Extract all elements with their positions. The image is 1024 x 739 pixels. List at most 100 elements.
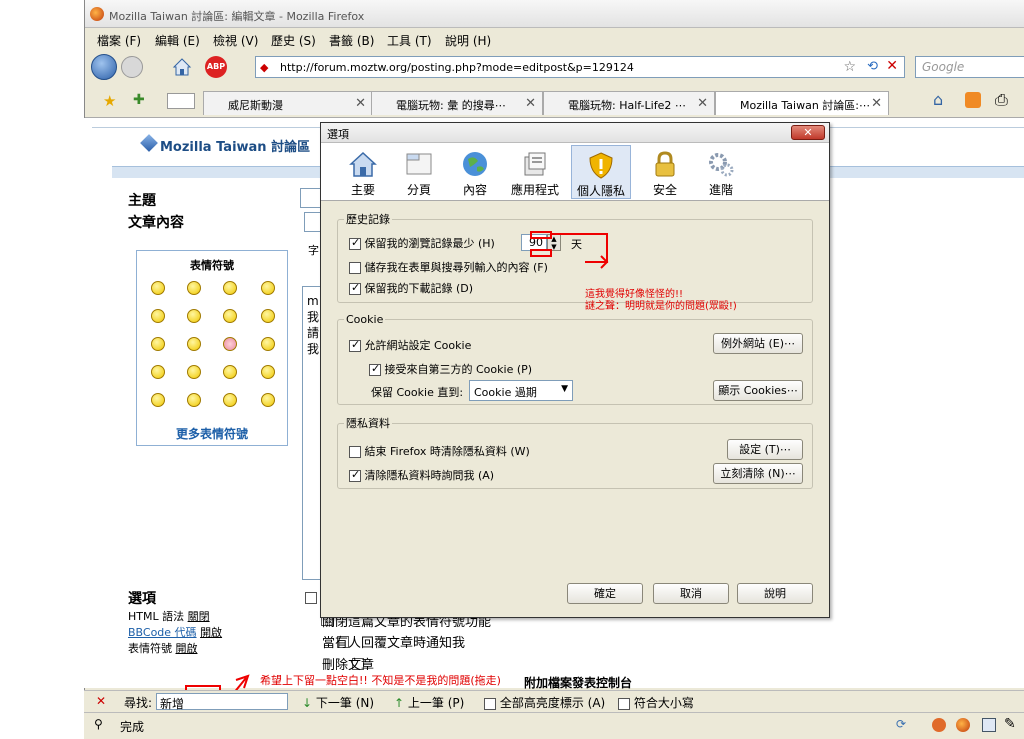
show-cookies-button[interactable]: 顯示 Cookies⋯ bbox=[713, 380, 803, 401]
emoticon-icon[interactable] bbox=[151, 281, 165, 295]
adblock-icon[interactable]: ABP bbox=[205, 56, 227, 78]
match-case-option[interactable]: 符合大小寫 bbox=[618, 694, 694, 711]
menu-history[interactable]: 歷史 (S) bbox=[271, 32, 316, 49]
clear-now-button[interactable]: 立刻清除 (N)⋯ bbox=[713, 463, 803, 484]
emoticon-icon[interactable] bbox=[223, 393, 237, 407]
pane-privacy[interactable]: 個人隱私 bbox=[571, 145, 631, 199]
emoticon-icon[interactable] bbox=[187, 365, 201, 379]
emoticon-icon[interactable] bbox=[151, 365, 165, 379]
menu-bookmarks[interactable]: 書籤 (B) bbox=[329, 32, 374, 49]
close-tab-icon[interactable]: ✕ bbox=[697, 96, 708, 111]
emoticon-icon[interactable] bbox=[261, 309, 275, 323]
ok-button[interactable]: 確定 bbox=[567, 583, 643, 604]
page-icon[interactable] bbox=[982, 718, 996, 732]
tab-3[interactable]: 電腦玩物: Half-Life2 ⋯ ✕ bbox=[543, 91, 715, 115]
emoticon-icon[interactable] bbox=[187, 393, 201, 407]
save-form-checkbox[interactable] bbox=[349, 262, 361, 274]
keep-downloads-checkbox[interactable] bbox=[349, 281, 361, 295]
edit-icon[interactable]: ✎ bbox=[1004, 716, 1016, 732]
emoticon-icon[interactable] bbox=[187, 309, 201, 323]
message-textarea[interactable]: m 我 請 我 bbox=[302, 286, 322, 580]
forward-icon[interactable] bbox=[121, 56, 143, 78]
help-button[interactable]: 說明 bbox=[737, 583, 813, 604]
option-checkbox[interactable] bbox=[305, 591, 317, 604]
keep-history-checkbox[interactable] bbox=[349, 236, 361, 250]
emoticon-icon[interactable] bbox=[261, 365, 275, 379]
tab-4-active[interactable]: Mozilla Taiwan 討論區:⋯ ✕ bbox=[715, 91, 889, 115]
pane-tabs[interactable]: 分頁 bbox=[391, 145, 447, 199]
url-bar[interactable]: http://forum.moztw.org/posting.php?mode=… bbox=[255, 56, 905, 78]
cancel-button[interactable]: 取消 bbox=[653, 583, 729, 604]
stop-icon[interactable]: ✕ bbox=[886, 58, 898, 74]
emoticon-icon[interactable] bbox=[187, 281, 201, 295]
home-tab-icon[interactable]: ⌂ bbox=[933, 90, 943, 109]
third-party-checkbox[interactable] bbox=[369, 362, 381, 376]
emoticon-icon[interactable] bbox=[223, 337, 237, 351]
bookmarks-star-icon[interactable]: ★ bbox=[103, 92, 116, 110]
find-prev-button[interactable]: ↑ 上一筆 (P) bbox=[394, 694, 464, 711]
bbcode-value[interactable]: 開啟 bbox=[200, 626, 222, 639]
emoticon-icon[interactable] bbox=[223, 281, 237, 295]
pane-main[interactable]: 主要 bbox=[335, 145, 391, 199]
emoticon-icon[interactable] bbox=[261, 393, 275, 407]
find-input[interactable]: 新增 bbox=[156, 693, 288, 711]
firefox-status-icon[interactable] bbox=[956, 718, 970, 732]
emoticon-icon[interactable] bbox=[261, 337, 275, 351]
tab-2[interactable]: 電腦玩物: 彙 的搜尋⋯ ✕ bbox=[371, 91, 543, 115]
close-find-icon[interactable]: ✕ bbox=[96, 694, 106, 708]
menu-edit[interactable]: 編輯 (E) bbox=[155, 32, 200, 49]
find-bar: ✕ 尋找: 新增 ↓ 下一筆 (N) ↑ 上一筆 (P) 全部高亮度標示 (A)… bbox=[84, 690, 1024, 712]
emoticon-icon[interactable] bbox=[261, 281, 275, 295]
pane-security-label: 安全 bbox=[652, 183, 677, 197]
add-bookmark-icon[interactable]: ✚ bbox=[133, 92, 145, 108]
back-icon[interactable] bbox=[91, 54, 117, 80]
emoticon-icon[interactable] bbox=[151, 393, 165, 407]
menu-file[interactable]: 檔案 (F) bbox=[97, 32, 141, 49]
more-emoticons-link[interactable]: 更多表情符號 bbox=[137, 425, 287, 442]
cookie-exceptions-button[interactable]: 例外網站 (E)⋯ bbox=[713, 333, 803, 354]
allow-cookies-checkbox[interactable] bbox=[349, 338, 361, 352]
keep-until-select[interactable]: Cookie 過期 ▼ bbox=[469, 380, 573, 401]
reload-icon[interactable]: ⟲ bbox=[867, 59, 878, 74]
tab-list-icon[interactable] bbox=[167, 93, 195, 109]
ask-before-clear-checkbox[interactable] bbox=[349, 468, 361, 482]
emoticon-icon[interactable] bbox=[151, 337, 165, 351]
sync-icon[interactable]: ⟳ bbox=[896, 717, 906, 731]
tab-1[interactable]: 威尼斯動漫 ✕ bbox=[203, 91, 373, 115]
match-case-checkbox[interactable] bbox=[618, 697, 630, 710]
pane-applications[interactable]: 應用程式 bbox=[507, 145, 563, 199]
emoticon-icon[interactable] bbox=[223, 365, 237, 379]
find-next-button[interactable]: ↓ 下一筆 (N) bbox=[302, 694, 374, 711]
close-icon[interactable]: ✕ bbox=[791, 125, 825, 140]
emoticon-icon[interactable] bbox=[187, 337, 201, 351]
clear-on-close-checkbox[interactable] bbox=[349, 446, 361, 458]
menu-tools[interactable]: 工具 (T) bbox=[387, 32, 432, 49]
html-value[interactable]: 關閉 bbox=[188, 610, 210, 623]
forum-title[interactable]: Mozilla Taiwan 討論區 bbox=[160, 136, 310, 155]
pane-advanced[interactable]: 進階 bbox=[693, 145, 749, 199]
cookie-legend: Cookie bbox=[346, 313, 384, 326]
smilies-value[interactable]: 開啟 bbox=[176, 642, 198, 655]
pane-security[interactable]: 安全 bbox=[637, 145, 693, 199]
pane-advanced-label: 進階 bbox=[708, 183, 733, 197]
subject-input[interactable] bbox=[300, 188, 322, 208]
close-tab-icon[interactable]: ✕ bbox=[355, 96, 366, 111]
rss-icon[interactable] bbox=[965, 92, 981, 108]
arrow-down-icon: ↓ bbox=[302, 696, 313, 710]
emoticon-icon[interactable] bbox=[151, 309, 165, 323]
private-settings-button[interactable]: 設定 (T)⋯ bbox=[727, 439, 803, 460]
home-icon[interactable] bbox=[171, 56, 193, 78]
menu-help[interactable]: 說明 (H) bbox=[445, 32, 491, 49]
menu-view[interactable]: 檢視 (V) bbox=[213, 32, 258, 49]
close-tab-icon[interactable]: ✕ bbox=[871, 96, 882, 111]
print-icon[interactable]: ⎙ bbox=[995, 90, 1008, 110]
bookmark-star-icon[interactable]: ☆ bbox=[843, 59, 856, 75]
highlight-all-button[interactable]: 全部高亮度標示 (A) bbox=[484, 694, 605, 711]
close-tab-icon[interactable]: ✕ bbox=[525, 96, 536, 111]
bbcode-link[interactable]: BBCode 代碼 bbox=[128, 626, 197, 639]
notify-label: 當有人回覆文章時通知我 bbox=[322, 636, 466, 651]
emoticon-icon[interactable] bbox=[223, 309, 237, 323]
search-input[interactable]: Google bbox=[915, 56, 1024, 78]
addon-icon[interactable] bbox=[932, 718, 946, 732]
pane-content[interactable]: 內容 bbox=[447, 145, 503, 199]
